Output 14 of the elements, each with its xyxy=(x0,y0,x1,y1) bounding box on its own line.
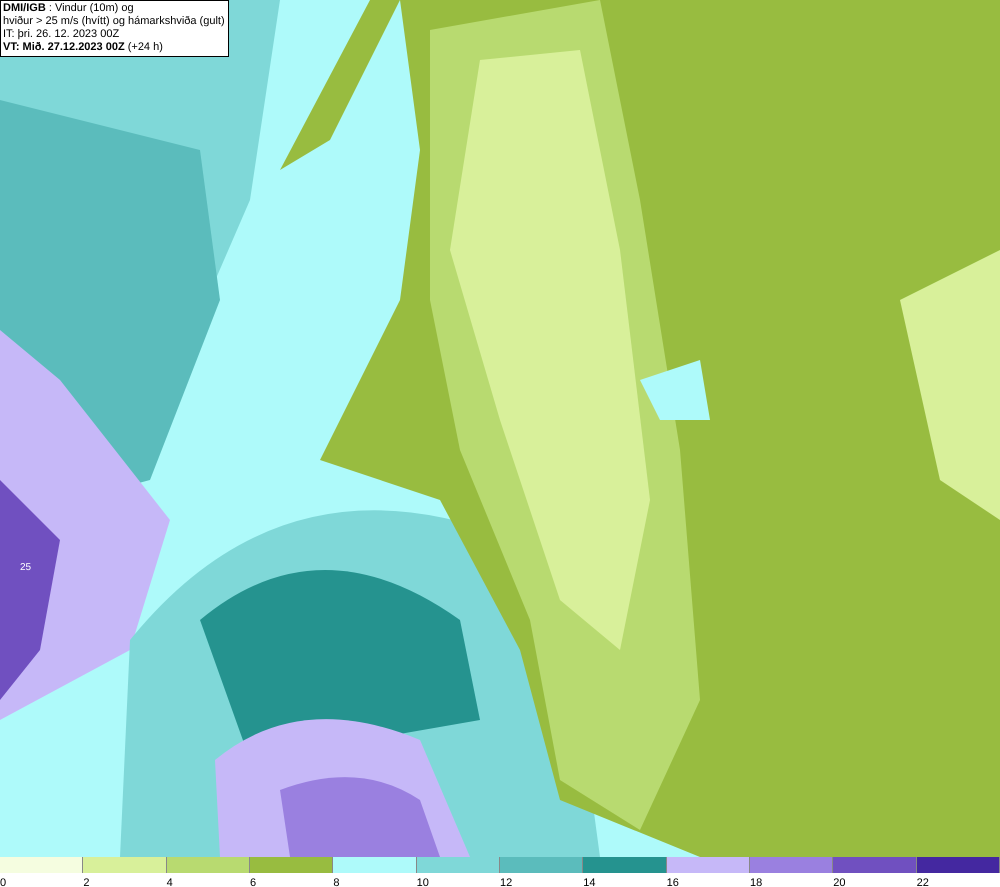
scale-label: 4 xyxy=(166,877,173,887)
map-caption: DMI/IGB : Vindur (10m) og hviður > 25 m/s (hvítt) og hámarkshviða (gult) IT: þri. 26. 12. 2023 00Z VT: Mið. 27.12.2023 00Z (+24 h) xyxy=(0,0,229,57)
contour-label: 25 xyxy=(20,562,32,573)
scale-label: 16 xyxy=(666,877,679,887)
scale-label: 18 xyxy=(750,877,762,887)
scale-label: 0 xyxy=(0,877,6,887)
scale-label: 20 xyxy=(833,877,846,887)
scale-label: 10 xyxy=(416,877,429,887)
scale-label: 8 xyxy=(333,877,340,887)
scale-label: 2 xyxy=(83,877,90,887)
scale-label: 12 xyxy=(500,877,512,887)
scale-label: 6 xyxy=(250,877,256,887)
scale-label: 14 xyxy=(583,877,596,887)
scale-label: 22 xyxy=(916,877,929,887)
